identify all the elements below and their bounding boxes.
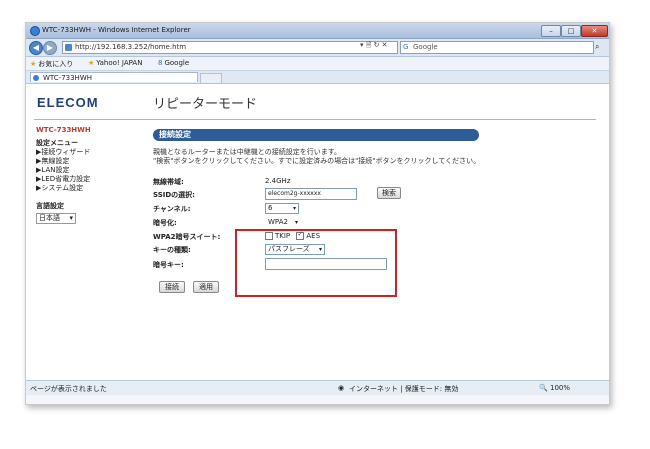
elecom-logo: ELECOM — [37, 95, 99, 110]
highlight-box — [235, 229, 397, 297]
ssid-field[interactable]: elecom2g-xxxxxx — [265, 188, 357, 200]
channel-label: チャンネル: — [153, 205, 191, 213]
encryption-label: 暗号化: — [153, 219, 177, 227]
sidebar-item-wizard[interactable]: ▶接続ウィザード — [36, 148, 136, 157]
language-select[interactable]: 日本語 ▾ — [36, 213, 76, 224]
star-icon: ★ — [88, 59, 95, 67]
panel-heading: 接続設定 — [153, 129, 479, 141]
maximize-button[interactable]: □ — [561, 25, 581, 37]
favorite-yahoo[interactable]: ★ Yahoo! JAPAN — [88, 59, 142, 67]
window-title: WTC-733HWH - Windows Internet Explorer — [42, 26, 191, 34]
connection-panel: 接続設定 親機となるルーターまたは中継機との接続設定を行います。 "検索"ボタン… — [153, 129, 483, 293]
close-button[interactable]: ✕ — [581, 25, 608, 37]
tab-router[interactable]: WTC-733HWH — [30, 72, 198, 82]
sidebar-item-wireless[interactable]: ▶無線設定 — [36, 157, 136, 166]
apply-button[interactable]: 適用 — [193, 281, 219, 293]
header-divider — [34, 119, 596, 120]
sidebar-item-led[interactable]: ▶LED省電力設定 — [36, 175, 136, 184]
page-title: リピーターモード — [153, 97, 258, 112]
google-icon: G — [403, 43, 409, 51]
language-label: 言語設定 — [36, 202, 64, 210]
status-bar: ページが表示されました ◉ インターネット | 保護モード: 無効 🔍 100% — [26, 380, 609, 395]
band-value: 2.4GHz — [265, 177, 291, 185]
window-bottom — [26, 395, 609, 404]
back-button[interactable]: ◀ — [29, 41, 43, 55]
globe-icon: ◉ — [338, 384, 345, 392]
sidebar: WTC-733HWH 設定メニュー ▶接続ウィザード ▶無線設定 ▶LAN設定 … — [36, 126, 136, 224]
encryption-select[interactable]: WPA2 ▾ — [265, 217, 301, 228]
chevron-down-icon: ▾ — [292, 205, 296, 212]
star-icon: ★ — [30, 60, 37, 68]
status-text: ページが表示されました — [30, 385, 107, 393]
favorite-google[interactable]: 8 Google — [158, 59, 189, 67]
search-icon[interactable]: ⌕ — [595, 42, 599, 52]
window-titlebar: WTC-733HWH - Windows Internet Explorer –… — [26, 23, 609, 39]
search-input[interactable]: G Google — [400, 41, 594, 54]
forward-button[interactable]: ▶ — [43, 41, 57, 55]
security-zone: インターネット | 保護モード: 無効 — [349, 385, 459, 393]
browser-screenshot: WTC-733HWH - Windows Internet Explorer –… — [25, 22, 610, 405]
zoom-level[interactable]: 100% — [550, 384, 570, 392]
google-icon: 8 — [158, 59, 163, 67]
channel-select[interactable]: 6 ▾ — [265, 203, 299, 214]
settings-menu-heading: 設定メニュー — [36, 139, 78, 147]
chevron-down-icon: ▾ — [69, 214, 73, 222]
favorites-button[interactable]: ★ お気に入り — [30, 59, 73, 69]
ie-icon — [30, 26, 40, 36]
sidebar-item-lan[interactable]: ▶LAN設定 — [36, 166, 136, 175]
zoom-icon: 🔍 — [539, 384, 548, 392]
key-label: 暗号キー: — [153, 261, 184, 269]
url-action-icons[interactable]: ▾ 🗎 ↻ ✕ — [360, 41, 388, 52]
panel-description: 親機となるルーターまたは中継機との接続設定を行います。 "検索"ボタンをクリック… — [153, 148, 481, 165]
band-label: 無線帯域: — [153, 178, 184, 186]
minimize-button[interactable]: – — [541, 25, 561, 37]
chevron-down-icon: ▾ — [294, 219, 298, 226]
address-bar: ◀ ▶ http://192.168.3.252/home.htm ▾ 🗎 ↻ … — [26, 39, 609, 57]
url-text: http://192.168.3.252/home.htm — [75, 43, 187, 51]
device-name: WTC-733HWH — [36, 126, 91, 134]
new-tab-button[interactable] — [200, 73, 222, 84]
cipher-suite-label: WPA2暗号スイート: — [153, 233, 221, 241]
sidebar-item-system[interactable]: ▶システム設定 — [36, 184, 136, 193]
search-placeholder: Google — [413, 43, 438, 51]
favorites-bar: ★ お気に入り ★ Yahoo! JAPAN 8 Google — [26, 57, 609, 71]
connect-button[interactable]: 接続 — [159, 281, 185, 293]
page-icon — [65, 44, 72, 51]
keytype-label: キーの種類: — [153, 246, 191, 254]
tab-bar: WTC-733HWH — [26, 71, 609, 84]
url-input[interactable]: http://192.168.3.252/home.htm — [62, 41, 398, 54]
ssid-label: SSIDの選択: — [153, 191, 195, 199]
search-button[interactable]: 検索 — [377, 187, 401, 199]
tab-icon — [33, 75, 39, 81]
